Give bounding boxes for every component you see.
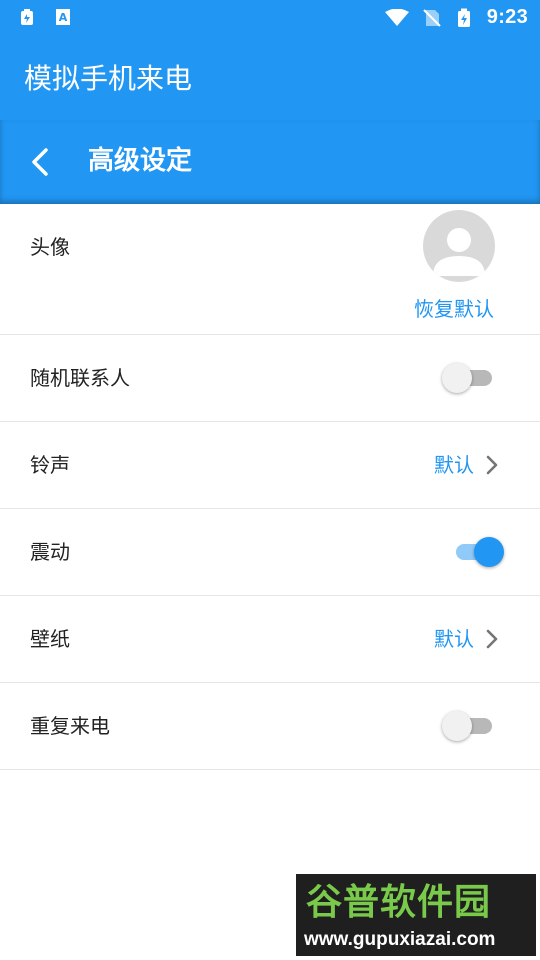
battery-saver-icon <box>18 8 36 26</box>
settings-list: 头像 恢复默认 随机联系人 铃声 默认 震动 壁纸 默认 重复来电 <box>0 204 540 770</box>
battery-charging-icon <box>455 8 473 27</box>
setting-ringtone[interactable]: 铃声 默认 <box>0 422 540 509</box>
app-bar: 模拟手机来电 <box>0 36 540 120</box>
setting-label: 铃声 <box>30 453 70 477</box>
wallpaper-value: 默认 <box>434 627 474 651</box>
vibration-switch[interactable] <box>452 537 504 567</box>
watermark-brand: 谷普软件园 <box>306 882 492 923</box>
chevron-right-icon <box>486 455 498 475</box>
no-sim-icon <box>423 8 441 27</box>
setting-random-contact[interactable]: 随机联系人 <box>0 335 540 422</box>
restore-default-button[interactable]: 恢复默认 <box>414 296 494 322</box>
a-icon: A <box>54 8 72 26</box>
app-title: 模拟手机来电 <box>24 62 193 95</box>
person-icon <box>433 228 485 276</box>
svg-text:A: A <box>59 11 68 24</box>
setting-label: 重复来电 <box>30 714 110 738</box>
back-button[interactable] <box>22 144 58 180</box>
wifi-icon <box>384 8 409 27</box>
watermark: 谷普软件园 www.gupuxiazai.com <box>296 874 536 956</box>
setting-avatar: 头像 恢复默认 <box>0 204 540 335</box>
sub-toolbar: 高级设定 <box>0 120 540 204</box>
clock: 9:23 <box>486 6 528 28</box>
ringtone-value: 默认 <box>434 453 474 477</box>
chevron-left-icon <box>32 148 48 176</box>
random-contact-switch[interactable] <box>442 363 494 393</box>
status-bar: A 9:23 <box>0 0 540 36</box>
avatar[interactable] <box>423 210 495 282</box>
setting-wallpaper[interactable]: 壁纸 默认 <box>0 596 540 683</box>
watermark-url: www.gupuxiazai.com <box>304 929 496 950</box>
setting-label: 震动 <box>30 540 70 564</box>
setting-repeat-call[interactable]: 重复来电 <box>0 683 540 770</box>
repeat-call-switch[interactable] <box>442 711 494 741</box>
setting-label: 壁纸 <box>30 627 70 651</box>
setting-label: 头像 <box>30 235 70 259</box>
page-title: 高级设定 <box>88 146 193 176</box>
setting-label: 随机联系人 <box>30 366 130 390</box>
setting-vibration[interactable]: 震动 <box>0 509 540 596</box>
chevron-right-icon <box>486 629 498 649</box>
